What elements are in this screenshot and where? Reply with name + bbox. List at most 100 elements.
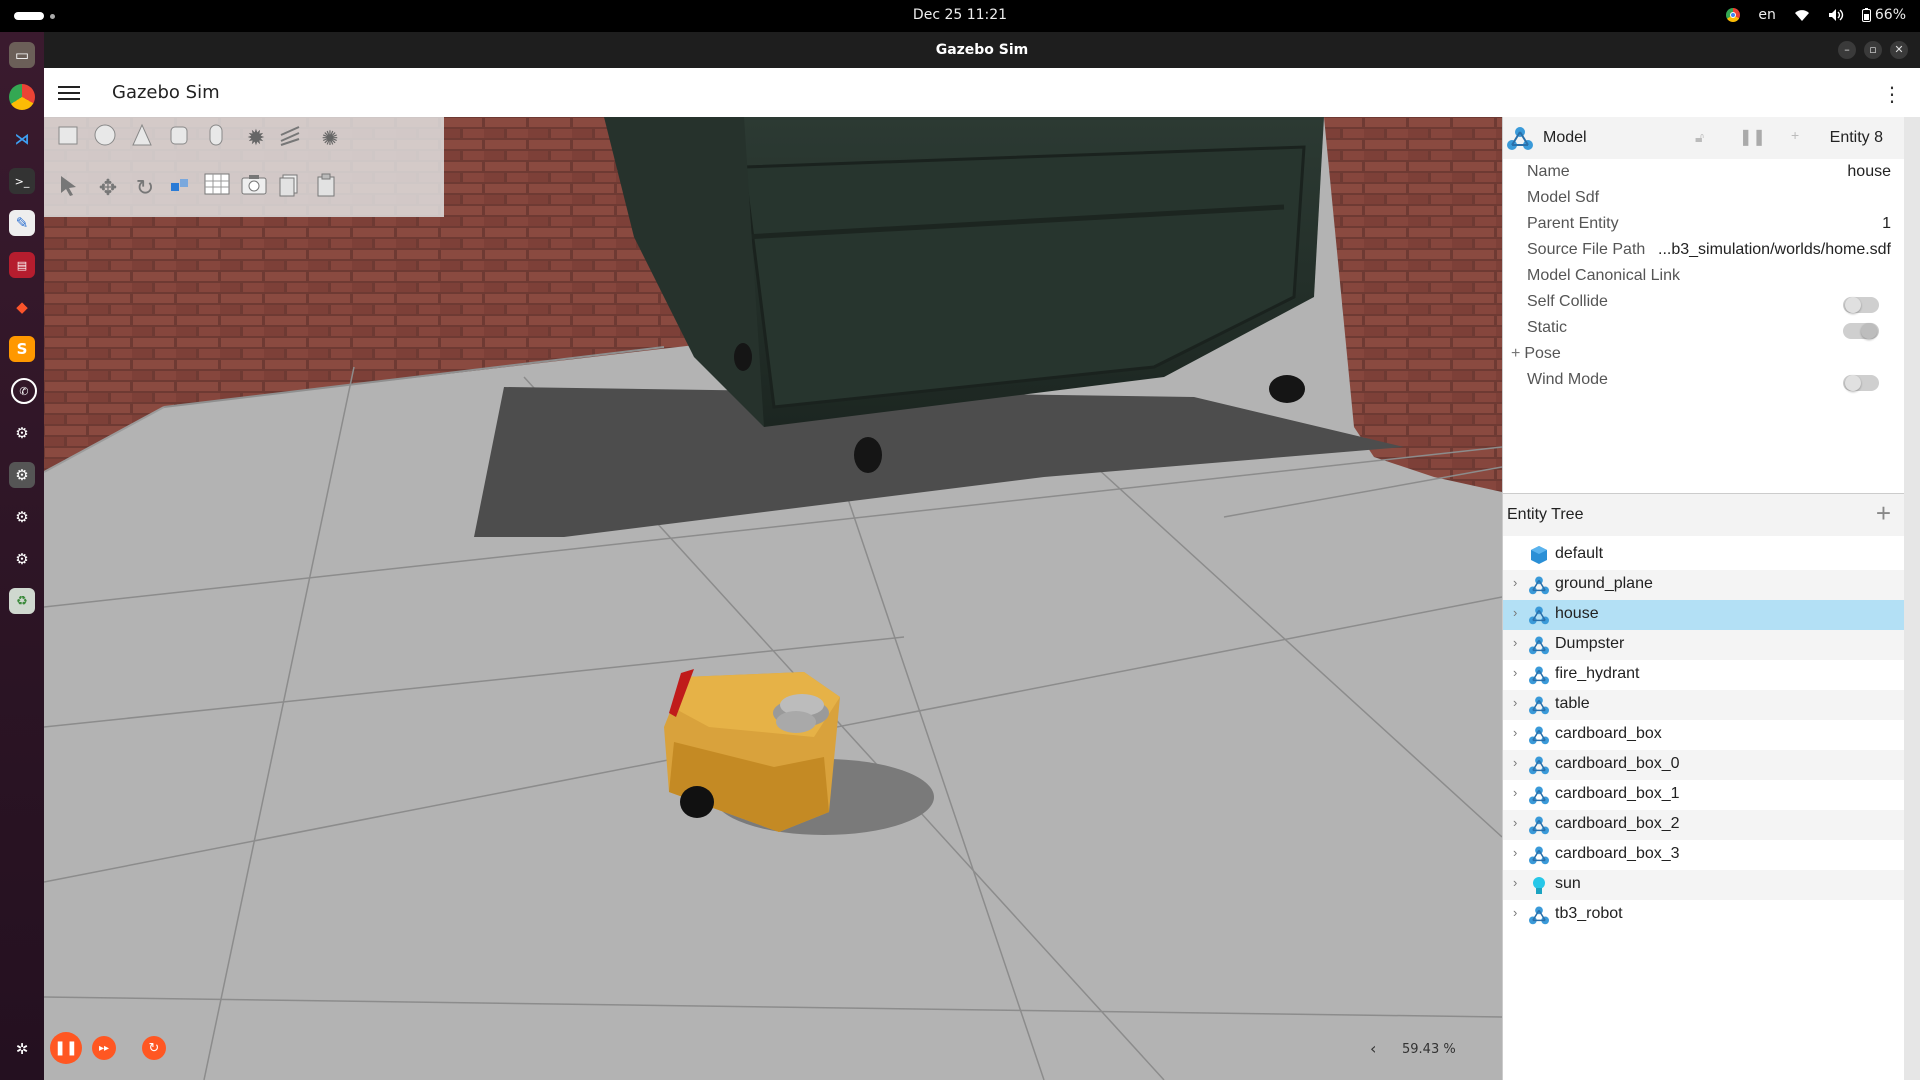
entity-tree-item[interactable]: › Dumpster <box>1503 630 1905 660</box>
scene-render[interactable] <box>44 117 1502 1080</box>
kebab-menu-icon[interactable]: ⋮ <box>1882 82 1902 106</box>
wind-mode-toggle[interactable] <box>1843 375 1879 391</box>
entity-tree-item[interactable]: › cardboard_box <box>1503 720 1905 750</box>
chevron-right-icon[interactable]: › <box>1513 695 1517 710</box>
lock-icon[interactable]: 🔓︎ <box>1695 129 1704 146</box>
settings-icon[interactable]: ⚙ <box>9 420 35 446</box>
entity-tree-item[interactable]: › cardboard_box_0 <box>1503 750 1905 780</box>
pose-expand-icon[interactable]: + <box>1511 345 1520 362</box>
component-type: Model <box>1543 129 1587 146</box>
chevron-right-icon[interactable]: › <box>1513 725 1517 740</box>
vscode-icon[interactable]: ⋊ <box>9 126 35 152</box>
volume-icon <box>1828 9 1844 21</box>
maximize-button[interactable]: ▫ <box>1864 41 1882 59</box>
3d-scene-viewport[interactable]: ✹ ✺ ✥ ↻ ❚❚ ▸▸ ↻ ‹ 59.43 % <box>44 117 1502 1080</box>
entity-tree-item[interactable]: › sun <box>1503 870 1905 900</box>
entity-tree-item[interactable]: › cardboard_box_3 <box>1503 840 1905 870</box>
rotate-icon[interactable]: ↻ <box>130 173 160 203</box>
translate-icon[interactable]: ✥ <box>93 173 123 203</box>
gazebo-app-icon[interactable]: ⚙ <box>9 462 35 488</box>
cylinder-icon[interactable] <box>167 123 197 153</box>
directional-light-icon[interactable] <box>278 123 308 153</box>
chevron-right-icon[interactable]: › <box>1513 785 1517 800</box>
copy-icon[interactable] <box>278 173 308 203</box>
model-icon <box>1529 905 1549 925</box>
sphere-icon[interactable] <box>93 123 123 153</box>
chevron-right-icon[interactable]: › <box>1513 875 1517 890</box>
language-indicator[interactable]: en <box>1758 7 1776 23</box>
system-tray[interactable]: en 66% <box>1726 7 1906 23</box>
component-inspector-header: Model 🔓︎ ❚❚ + Entity 8 <box>1503 117 1905 159</box>
chevron-right-icon[interactable]: › <box>1513 755 1517 770</box>
window-title: Gazebo Sim <box>935 42 1029 58</box>
trash-icon[interactable]: ♻ <box>9 588 35 614</box>
brave-icon[interactable]: ◆ <box>9 294 35 320</box>
prop-pose[interactable]: + Pose <box>1511 345 1881 371</box>
terminal-icon[interactable]: >_ <box>9 168 35 194</box>
box-icon[interactable] <box>56 123 86 153</box>
entity-tree-item[interactable]: › fire_hydrant <box>1503 660 1905 690</box>
system-clock[interactable]: Dec 25 11:21 <box>0 7 1920 23</box>
show-apps-icon[interactable]: ✲ <box>9 1036 35 1062</box>
entity-tree-item-label: cardboard_box_0 <box>1555 755 1680 772</box>
whatsapp-icon[interactable]: ✆ <box>11 378 37 404</box>
chevron-right-icon[interactable]: › <box>1513 605 1517 620</box>
entity-tree-item-label: fire_hydrant <box>1555 665 1640 682</box>
paste-icon[interactable] <box>315 173 345 203</box>
chevron-right-icon[interactable]: › <box>1513 575 1517 590</box>
entity-tree-item[interactable]: default <box>1503 540 1905 570</box>
self-collide-toggle[interactable] <box>1843 297 1879 313</box>
prop-label: Pose <box>1524 345 1561 362</box>
pause-button[interactable]: ❚❚ <box>50 1032 82 1064</box>
entity-tree-item[interactable]: › tb3_robot <box>1503 900 1905 930</box>
gazebo-app-icon-3[interactable]: ⚙ <box>9 546 35 572</box>
app-title: Gazebo Sim <box>112 82 220 103</box>
entity-tree-item[interactable]: › house <box>1503 600 1905 630</box>
chevron-right-icon[interactable]: › <box>1513 815 1517 830</box>
chrome-tray-icon[interactable] <box>1726 8 1741 22</box>
entity-tree-item[interactable]: › cardboard_box_2 <box>1503 810 1905 840</box>
sublime-icon[interactable]: S <box>9 336 35 362</box>
camera-icon[interactable] <box>241 173 271 203</box>
entity-tree-item[interactable]: › ground_plane <box>1503 570 1905 600</box>
cone-icon[interactable] <box>130 123 160 153</box>
snap-icon[interactable] <box>167 173 197 203</box>
select-icon[interactable] <box>56 173 86 203</box>
model-icon <box>1529 785 1549 805</box>
hamburger-menu-icon[interactable] <box>58 83 80 101</box>
spot-light-icon[interactable]: ✺ <box>315 123 345 153</box>
chevron-right-icon[interactable]: › <box>1513 635 1517 650</box>
reset-button[interactable]: ↻ <box>142 1036 166 1060</box>
step-forward-button[interactable]: ▸▸ <box>92 1036 116 1060</box>
static-toggle[interactable] <box>1843 323 1879 339</box>
close-button[interactable]: ✕ <box>1890 41 1908 59</box>
entity-tree-item-label: tb3_robot <box>1555 905 1623 922</box>
chevron-right-icon[interactable]: › <box>1513 905 1517 920</box>
media-app-icon[interactable]: ▤ <box>9 252 35 278</box>
entity-tree-item[interactable]: › table <box>1503 690 1905 720</box>
panel-scrollbar[interactable] <box>1904 117 1920 1080</box>
sun-light-icon[interactable]: ✹ <box>241 123 271 153</box>
chevron-right-icon[interactable]: › <box>1513 665 1517 680</box>
capsule-icon[interactable] <box>204 123 234 153</box>
chrome-icon[interactable] <box>9 84 35 110</box>
model-icon <box>1529 665 1549 685</box>
model-icon <box>1507 127 1533 150</box>
entity-tree-item[interactable]: › cardboard_box_1 <box>1503 780 1905 810</box>
prop-label: Source File Path <box>1527 241 1646 258</box>
chevron-right-icon[interactable]: › <box>1513 845 1517 860</box>
name-value[interactable]: house <box>1847 163 1891 181</box>
pause-updates-icon[interactable]: ❚❚ <box>1739 127 1766 147</box>
add-component-icon[interactable]: + <box>1791 127 1799 143</box>
files-icon[interactable]: ▭ <box>9 42 35 68</box>
prop-model-canonical-link: Model Canonical Link <box>1527 267 1897 293</box>
minimize-button[interactable]: – <box>1838 41 1856 59</box>
grid-icon[interactable] <box>204 173 234 203</box>
prop-model-sdf[interactable]: Model Sdf <box>1527 189 1897 215</box>
rtf-collapse-chevron-icon[interactable]: ‹ <box>1370 1039 1376 1058</box>
entity-tree-item-label: cardboard_box_1 <box>1555 785 1680 802</box>
text-editor-icon[interactable]: ✎ <box>9 210 35 236</box>
gazebo-app-icon-2[interactable]: ⚙ <box>9 504 35 530</box>
prop-self-collide: Self Collide <box>1527 293 1897 319</box>
add-entity-icon[interactable]: + <box>1876 498 1891 529</box>
